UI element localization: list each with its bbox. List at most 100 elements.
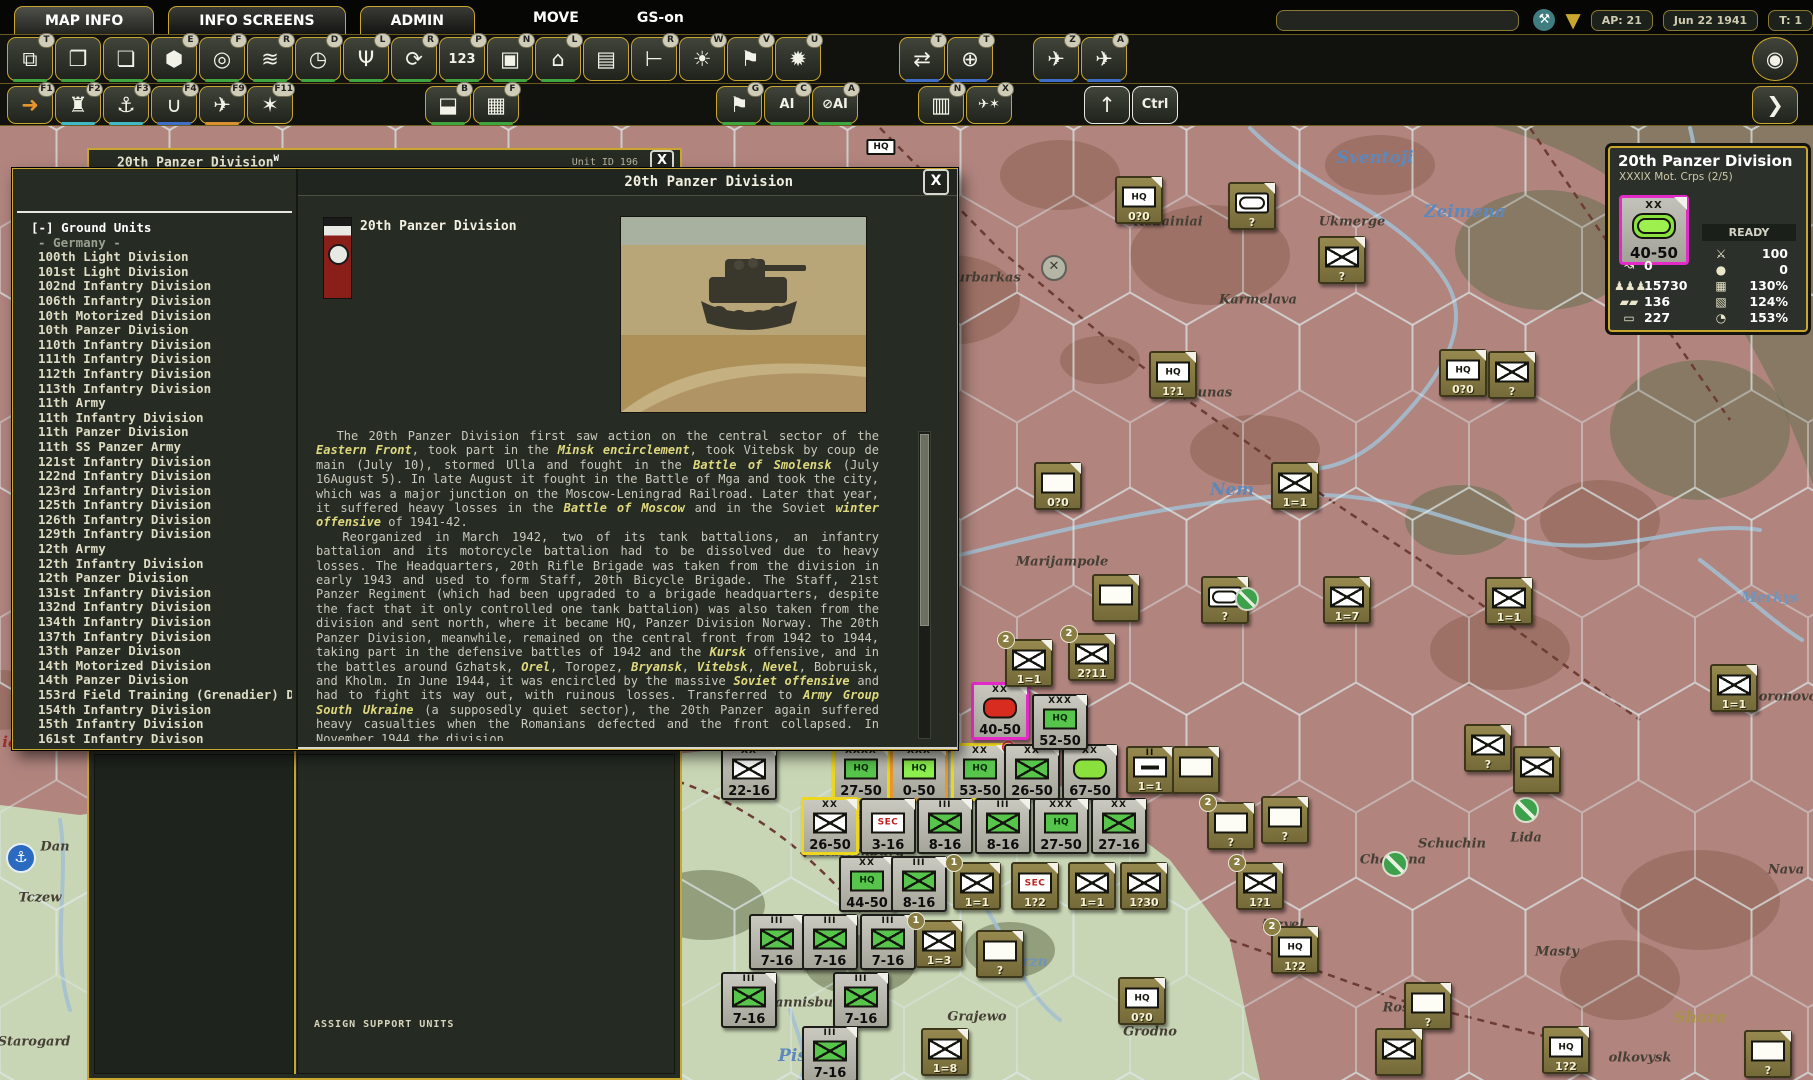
message-input[interactable] [1276, 10, 1519, 31]
hex-info-button[interactable]: ⬢E [151, 37, 197, 81]
victory-flag-button[interactable]: ⚑V [727, 37, 773, 81]
flag-orders-button[interactable]: ⚑G [716, 86, 762, 124]
amphibious-button[interactable]: ∪F4 [151, 86, 197, 124]
building-info-button[interactable]: ▦F [473, 86, 519, 124]
air-drop-button[interactable]: ✈F9 [199, 86, 245, 124]
unit-list-item[interactable]: 122nd Infantry Division [31, 469, 292, 484]
unit-counter[interactable]: ? [1744, 1030, 1792, 1078]
resize-window-button[interactable]: ⬓B [425, 86, 471, 124]
unit-counter[interactable]: HQ0?0 [1439, 349, 1487, 397]
unit-modes-button[interactable]: ▣N [487, 37, 533, 81]
unit-counter[interactable]: 1=1 [1710, 664, 1758, 712]
ground-units-tree-header[interactable]: [-] Ground Units [31, 221, 292, 236]
unit-list-item[interactable]: 113th Infantry Division [31, 382, 292, 397]
signpost-button[interactable]: ⊢R [631, 37, 677, 81]
unit-list-item[interactable]: 101st Light Division [31, 265, 292, 280]
unit-list-item[interactable]: 14th Motorized Division [31, 659, 292, 674]
unit-counter[interactable]: ? [1261, 796, 1309, 844]
jump-map-button[interactable]: ⧉T [7, 37, 53, 81]
unit-list-item[interactable]: 123rd Infantry Division [31, 484, 292, 499]
air-transfer-button[interactable]: ⇄T [899, 37, 945, 81]
unit-list-item[interactable]: 13th Panzer Divison [31, 644, 292, 659]
unit-counter[interactable]: XX 40-50 [1619, 195, 1689, 265]
unit-counter[interactable]: SEC3-16 [860, 798, 916, 854]
unit-counter[interactable] [1172, 746, 1220, 794]
partisan-icon[interactable] [1513, 797, 1539, 823]
unit-counter[interactable] [1513, 746, 1561, 794]
unit-counter[interactable]: XXXHQ27-50 [1033, 798, 1089, 854]
scroll-map-right-button[interactable]: ❯ [1752, 86, 1798, 124]
selected-unit-panel[interactable]: 20th Panzer Division XXXIX Mot. Crps (2/… [1608, 146, 1808, 332]
unit-counter[interactable]: HQ1?22 [1271, 926, 1319, 974]
unit-counter[interactable]: XX22-16 [721, 744, 777, 800]
partisan-icon[interactable] [1382, 851, 1408, 877]
unit-counter[interactable]: III7-16 [833, 972, 889, 1028]
unit-list-item[interactable]: 132nd Infantry Division [31, 600, 292, 615]
air-auto-button[interactable]: ✈A [1081, 37, 1127, 81]
compass-button[interactable]: ◉ [1752, 37, 1798, 81]
unit-counter[interactable] [1375, 1028, 1423, 1076]
counter-values-button[interactable]: 123P [439, 37, 485, 81]
unit-list-item[interactable]: 112th Infantry Division [31, 367, 292, 382]
unit-list-item[interactable]: 11th SS Panzer Army [31, 440, 292, 455]
unit-counter[interactable]: HQ1?2 [1542, 1026, 1590, 1074]
unit-counter[interactable]: 1=11 [953, 862, 1001, 910]
tab-move[interactable]: MOVE [533, 10, 579, 26]
settings-wrench-icon[interactable]: ⚒ [1533, 9, 1555, 31]
unit-counter[interactable]: 0?0 [1034, 462, 1082, 510]
unit-list-item[interactable]: 100th Light Division [31, 250, 292, 265]
unit-counter[interactable]: XX27-16 [1091, 798, 1147, 854]
unit-counter[interactable]: HQ0?0 [1118, 977, 1166, 1025]
unit-counter[interactable]: XX67-50 [1062, 744, 1118, 800]
unit-counter[interactable]: XX40-50 [971, 682, 1029, 740]
unit-counter[interactable]: 1=7 [1323, 576, 1371, 624]
unit-counter[interactable]: 1?12 [1236, 862, 1284, 910]
unit-list-item[interactable]: 129th Infantry Division [31, 527, 292, 542]
air-strike-mode-button[interactable]: ✶F11 [247, 86, 293, 124]
unit-counter[interactable]: 1=1 [1485, 577, 1533, 625]
unit-counter[interactable]: ? [1228, 182, 1276, 230]
unit-counter[interactable]: 1=1 [1068, 862, 1116, 910]
unit-counter[interactable]: ? [1318, 236, 1366, 284]
unit-list-item[interactable]: 131st Infantry Division [31, 586, 292, 601]
unit-list-item[interactable]: 11th Army [31, 396, 292, 411]
close-icon[interactable]: X [923, 169, 949, 195]
unit-list-item[interactable]: 11th Panzer Division [31, 425, 292, 440]
scrollbar-thumb[interactable] [920, 434, 929, 626]
air-mission-button[interactable]: ✈Z [1033, 37, 1079, 81]
unit-list-item[interactable]: 12th Panzer Division [31, 571, 292, 586]
unit-counter[interactable]: XX26-50 [801, 797, 859, 855]
unit-counter[interactable]: III8-16 [917, 798, 973, 854]
unit-list-item[interactable]: 154th Infantry Division [31, 703, 292, 718]
unit-list-item[interactable]: 126th Infantry Division [31, 513, 292, 528]
unit-list-item[interactable]: 102nd Infantry Division [31, 279, 292, 294]
airfield-icon[interactable]: ✕ [1041, 255, 1067, 281]
unit-counter[interactable]: ? [976, 930, 1024, 978]
unit-counter[interactable]: III7-16 [749, 914, 805, 970]
unit-counter[interactable]: XXXHQ52-50 [1032, 694, 1088, 750]
air-group-swap-button[interactable]: ⊕T [947, 37, 993, 81]
unit-list-item[interactable]: 153rd Field Training (Grenadier) Di [31, 688, 292, 703]
anchor-icon[interactable]: ⚓ [6, 843, 36, 873]
load-screen-button[interactable]: ❏ [103, 37, 149, 81]
assign-support-units-button[interactable]: ASSIGN SUPPORT UNITS [314, 1019, 454, 1030]
unit-counter[interactable]: ? [1201, 576, 1249, 624]
unit-counter[interactable]: ? [1488, 351, 1536, 399]
unit-list-item[interactable]: 14th Panzer Division [31, 673, 292, 688]
unit-list-item[interactable]: 137th Infantry Division [31, 630, 292, 645]
unit-counter[interactable]: XXXXHQ27-50 [832, 743, 890, 801]
unit-counter[interactable]: 1=31 [915, 920, 963, 968]
ai-move-button[interactable]: AIC [764, 86, 810, 124]
unit-counter[interactable]: II1=1 [1126, 746, 1174, 794]
unit-list-item[interactable]: 11th Infantry Division [31, 411, 292, 426]
unit-counter[interactable]: XXXHQ0-50 [890, 743, 948, 801]
unit-counter[interactable]: XXHQ44-50 [839, 856, 895, 912]
rail-damage-button[interactable]: ≋R [247, 37, 293, 81]
unit-counter[interactable] [1092, 574, 1140, 622]
air-attack-button[interactable]: ✈✶X [966, 86, 1012, 124]
unit-counter[interactable]: 2?112 [1068, 633, 1116, 681]
fortification-button[interactable]: ◎F [199, 37, 245, 81]
move-mode-button[interactable]: ➜F1 [7, 86, 53, 124]
unit-counter[interactable]: III8-16 [891, 856, 947, 912]
unit-counter[interactable]: 1=12 [1005, 639, 1053, 687]
